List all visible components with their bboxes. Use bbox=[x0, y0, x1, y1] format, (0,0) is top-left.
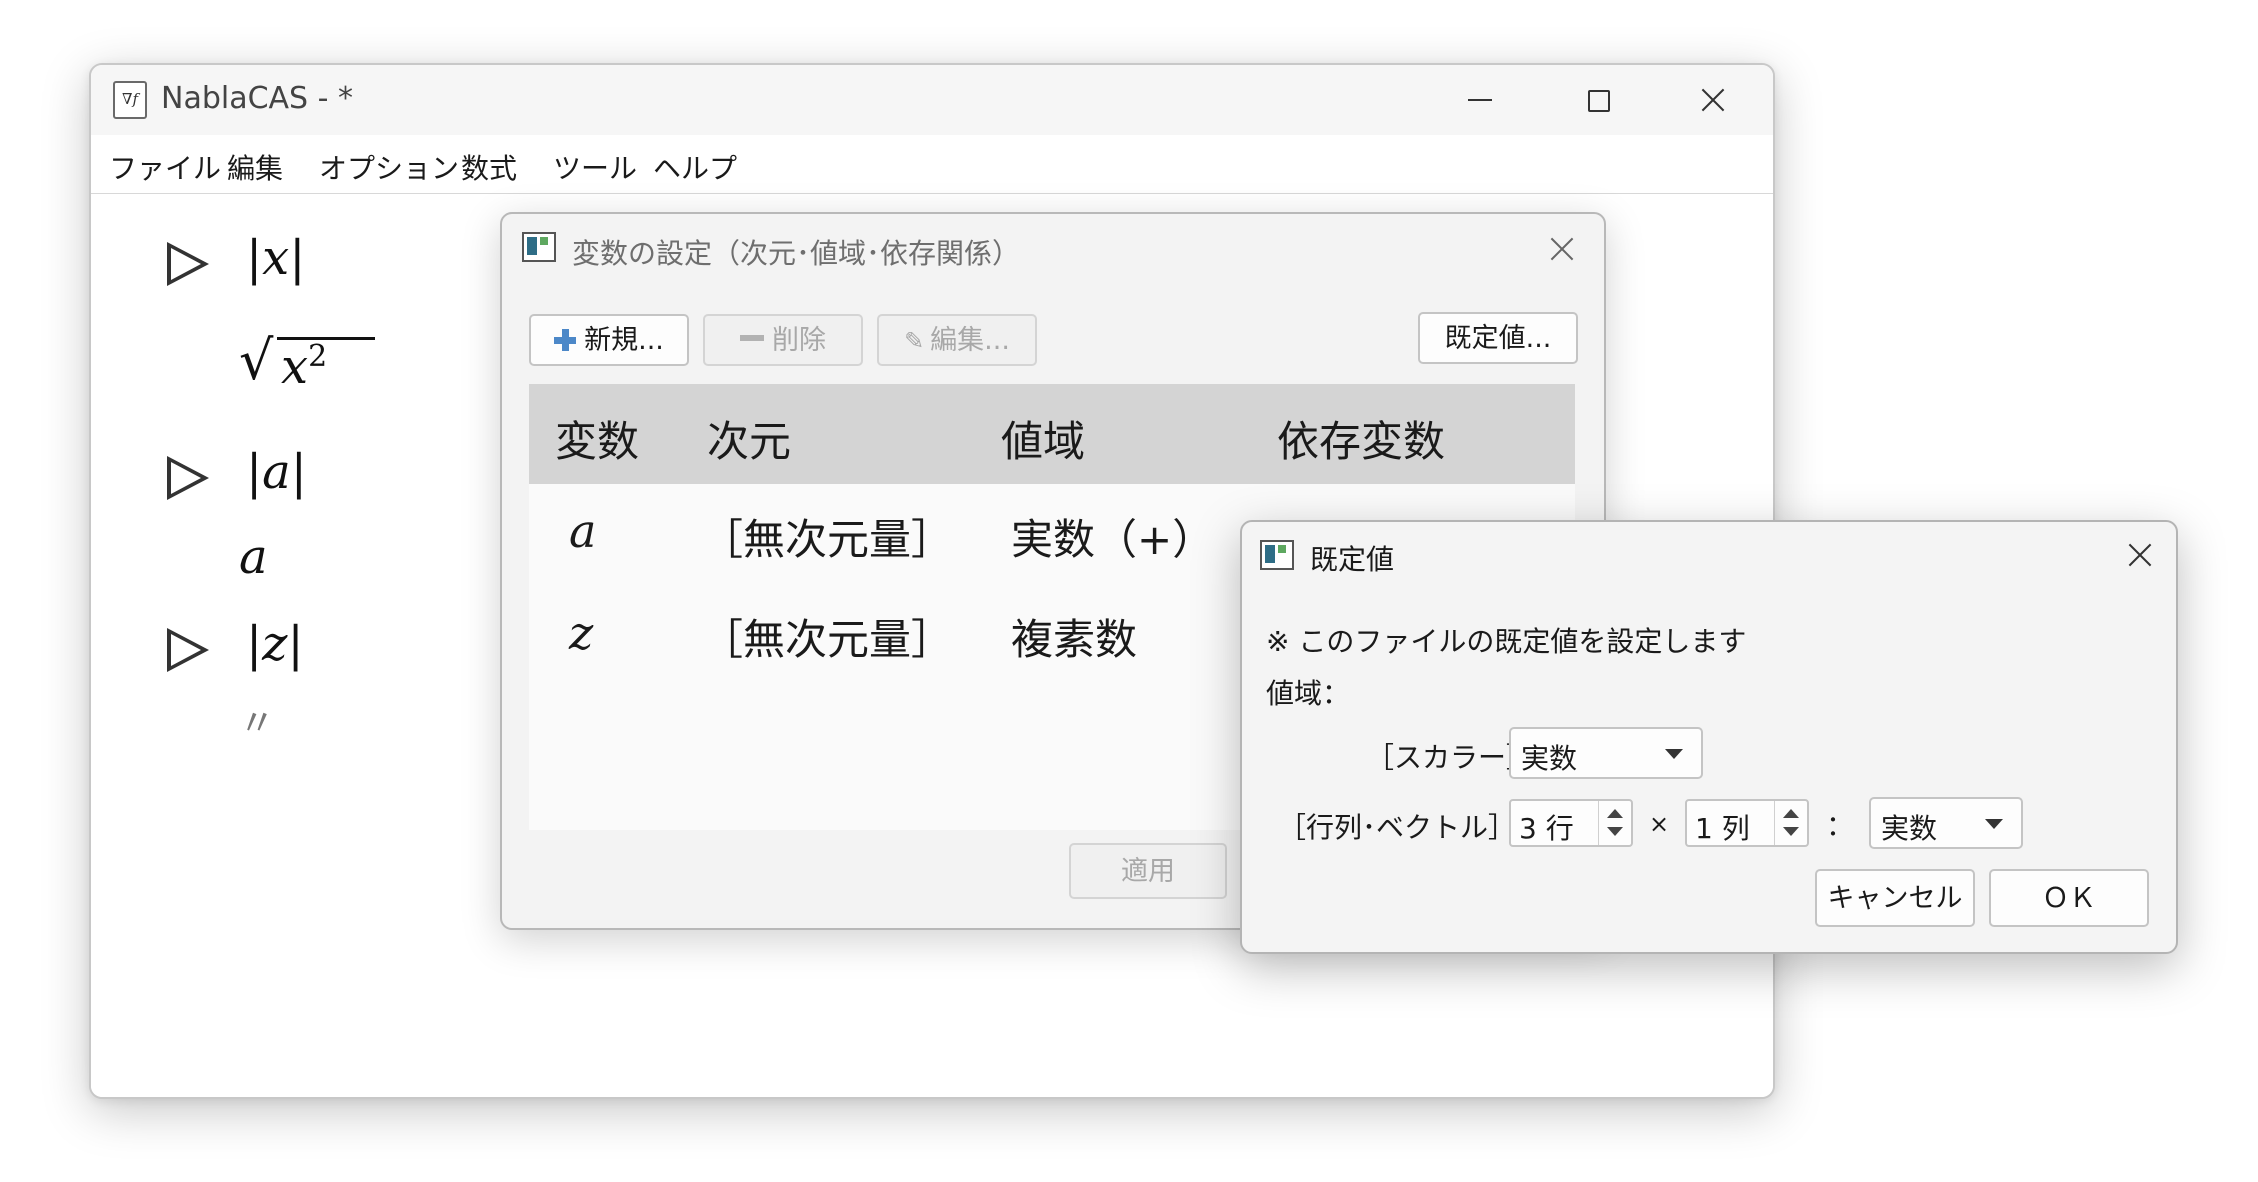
prompt-icon bbox=[167, 628, 209, 672]
menu-options[interactable]: オプション bbox=[319, 147, 459, 187]
rows-spinbox[interactable]: 3 行 bbox=[1509, 799, 1633, 847]
column-header-variable[interactable]: 変数 bbox=[555, 408, 639, 469]
cell-variable: a bbox=[569, 504, 597, 558]
cell-dimension: ［無次元量］ bbox=[701, 615, 954, 664]
menu-edit[interactable]: 編集 bbox=[227, 147, 283, 187]
colon-separator: ： bbox=[1826, 809, 1855, 842]
spin-down-icon bbox=[1783, 827, 1799, 836]
range-label: 値域： bbox=[1266, 677, 1351, 710]
minimize-icon bbox=[1468, 99, 1492, 101]
close-button[interactable] bbox=[1678, 73, 1748, 125]
dialog-title: 変数の設定（次元･値域･依存関係） bbox=[572, 237, 1021, 270]
menu-file[interactable]: ファイル bbox=[109, 147, 221, 187]
prompt-icon bbox=[167, 456, 209, 500]
chevron-down-icon bbox=[1985, 819, 2003, 829]
spin-up-icon bbox=[1607, 809, 1623, 818]
delete-variable-button[interactable]: 削除 bbox=[703, 314, 863, 366]
columns-spinbox[interactable]: 1 列 bbox=[1685, 799, 1809, 847]
defaults-button[interactable]: 既定値... bbox=[1418, 312, 1578, 364]
menu-tools[interactable]: ツール bbox=[553, 147, 637, 187]
input-expression-1[interactable]: |x| bbox=[246, 230, 305, 286]
prompt-icon bbox=[167, 242, 209, 286]
menu-help[interactable]: ヘルプ bbox=[653, 147, 737, 187]
apply-button[interactable]: 適用 bbox=[1069, 843, 1227, 899]
times-sign: × bbox=[1649, 810, 1670, 838]
cell-variable: z bbox=[569, 606, 594, 660]
title-bar[interactable]: ∇f NablaCAS - * bbox=[91, 65, 1773, 135]
defaults-dialog: 既定値 ※ このファイルの既定値を設定します 値域： ［スカラー］ 実数 ［行列… bbox=[1240, 520, 2178, 954]
menu-formula[interactable]: 数式 bbox=[461, 147, 517, 187]
spin-down-icon bbox=[1607, 827, 1623, 836]
window-title: NablaCAS - * bbox=[161, 81, 353, 116]
minimize-button[interactable] bbox=[1446, 73, 1516, 125]
chevron-down-icon bbox=[1665, 749, 1683, 759]
pencil-icon: ✎ bbox=[904, 327, 925, 355]
description-note: ※ このファイルの既定値を設定します bbox=[1266, 625, 1747, 658]
table-header: 変数 次元 値域 依存変数 bbox=[529, 384, 1575, 484]
output-expression-2: a bbox=[239, 529, 268, 585]
menu-bar: ファイル 編集 オプション 数式 ツール ヘルプ bbox=[91, 135, 1773, 194]
spin-up-icon bbox=[1783, 809, 1799, 818]
output-expression-3: 〃 bbox=[239, 703, 276, 744]
ok-button[interactable]: ＯＫ bbox=[1989, 869, 2149, 927]
scalar-range-select[interactable]: 実数 bbox=[1509, 727, 1703, 779]
cancel-button[interactable]: キャンセル bbox=[1815, 869, 1975, 927]
column-header-dimension[interactable]: 次元 bbox=[707, 408, 791, 469]
input-expression-2[interactable]: |a| bbox=[246, 444, 307, 500]
new-variable-button[interactable]: 新規... bbox=[529, 314, 689, 366]
column-header-range[interactable]: 値域 bbox=[1001, 408, 1085, 469]
input-expression-3[interactable]: |z| bbox=[246, 616, 304, 672]
dialog-title: 既定値 bbox=[1310, 543, 1395, 576]
sqrt-icon: √ bbox=[239, 329, 274, 392]
cell-range: 実数（+） bbox=[1011, 515, 1215, 564]
column-header-dependencies[interactable]: 依存変数 bbox=[1277, 408, 1445, 469]
edit-variable-button[interactable]: ✎ 編集... bbox=[877, 314, 1037, 366]
matrix-range-select[interactable]: 実数 bbox=[1869, 797, 2023, 849]
output-expression-1: x2 bbox=[281, 339, 328, 395]
maximize-icon bbox=[1588, 90, 1610, 112]
maximize-button[interactable] bbox=[1562, 73, 1632, 125]
matrix-vector-label: ［行列･ベクトル］ bbox=[1278, 811, 1517, 844]
dialog-close-button[interactable] bbox=[2120, 536, 2160, 576]
plus-icon bbox=[554, 329, 577, 351]
nabla-f-icon: ∇f bbox=[113, 81, 147, 119]
cell-dimension: ［無次元量］ bbox=[701, 515, 954, 564]
dialog-app-icon bbox=[1260, 540, 1294, 570]
minus-icon bbox=[740, 335, 764, 341]
dialog-app-icon bbox=[522, 232, 556, 262]
cell-range: 複素数 bbox=[1011, 615, 1138, 664]
dialog-close-button[interactable] bbox=[1542, 230, 1582, 270]
